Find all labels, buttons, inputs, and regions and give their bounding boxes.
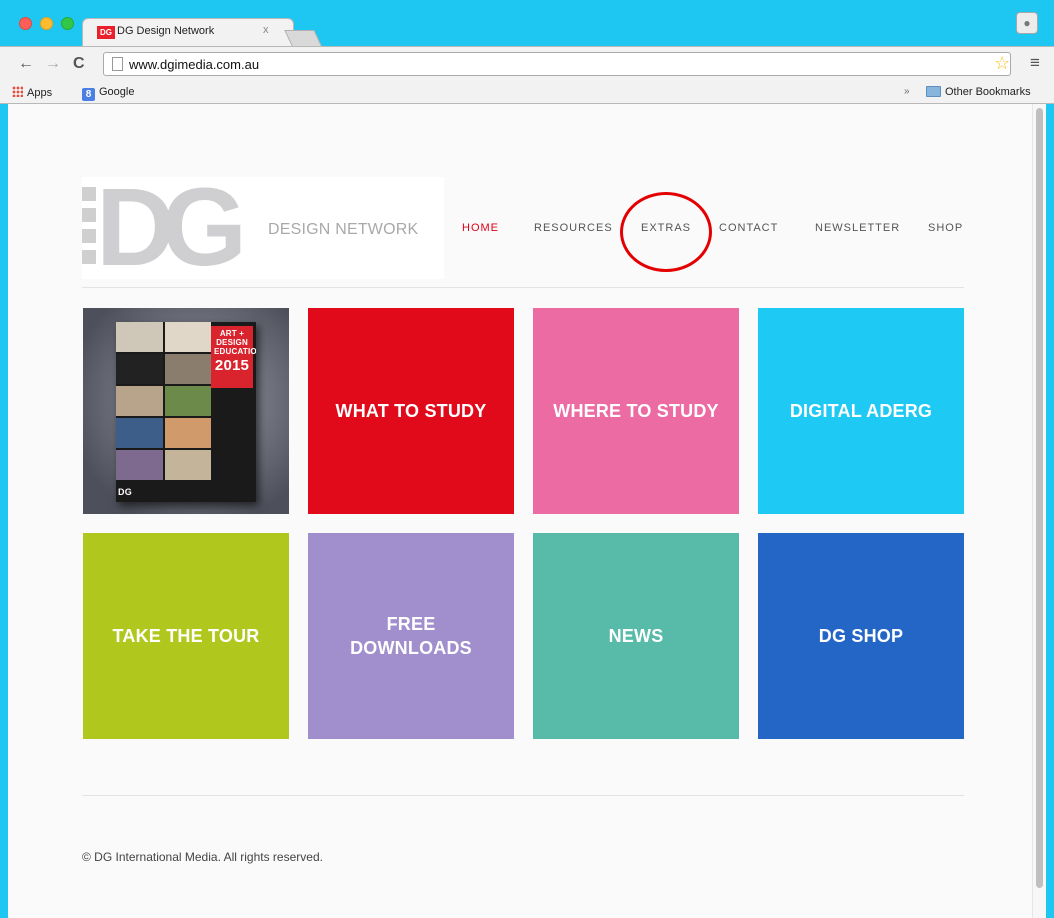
tile-free-downloads[interactable]: FREE DOWNLOADS bbox=[308, 533, 514, 739]
tile-magazine-cover[interactable]: ART + DESIGN EDUCATION 2015 DG bbox=[83, 308, 289, 514]
tile-digital-aderg[interactable]: DIGITAL ADERG bbox=[758, 308, 964, 514]
tile-what-to-study[interactable]: WHAT TO STUDY bbox=[308, 308, 514, 514]
menu-icon[interactable]: ≡ bbox=[1030, 53, 1040, 73]
nav-contact[interactable]: CONTACT bbox=[719, 222, 778, 234]
zoom-window-button[interactable] bbox=[61, 17, 74, 30]
nav-shop[interactable]: SHOP bbox=[928, 222, 963, 234]
footer-divider bbox=[82, 795, 964, 796]
tile-label: TAKE THE TOUR bbox=[112, 626, 260, 646]
google-icon: 8 bbox=[82, 88, 95, 101]
address-bar[interactable]: www.dgimedia.com.au bbox=[103, 52, 1011, 76]
bookmarks-bar: Apps 8 Google » Other Bookmarks bbox=[0, 82, 1054, 104]
browser-tab[interactable]: DG DG Design Network x bbox=[82, 18, 294, 46]
tile-take-the-tour[interactable]: TAKE THE TOUR bbox=[83, 533, 289, 739]
reload-icon[interactable]: C bbox=[73, 55, 85, 73]
tile-label-line1: FREE bbox=[386, 614, 436, 634]
page-icon bbox=[112, 57, 123, 71]
close-tab-icon[interactable]: x bbox=[263, 24, 269, 36]
profile-icon[interactable]: ● bbox=[1016, 12, 1038, 34]
nav-newsletter[interactable]: NEWSLETTER bbox=[815, 222, 900, 234]
site-logo[interactable]: DG DESIGN NETWORK bbox=[82, 166, 444, 289]
tile-where-to-study[interactable]: WHERE TO STUDY bbox=[533, 308, 739, 514]
magazine-cover-image: ART + DESIGN EDUCATION 2015 DG bbox=[116, 322, 256, 502]
bookmark-star-icon[interactable]: ☆ bbox=[994, 53, 1010, 74]
bookmark-google[interactable]: 8 Google bbox=[82, 86, 134, 101]
nav-home[interactable]: HOME bbox=[462, 222, 499, 234]
tile-label: WHERE TO STUDY bbox=[553, 401, 719, 421]
folder-icon bbox=[926, 86, 941, 97]
tile-label: DIGITAL ADERG bbox=[789, 401, 933, 421]
tile-dg-shop[interactable]: DG SHOP bbox=[758, 533, 964, 739]
tile-label: WHAT TO STUDY bbox=[335, 401, 487, 421]
magazine-heading: ART + DESIGN EDUCATION bbox=[214, 329, 256, 356]
vertical-scrollbar[interactable] bbox=[1032, 104, 1046, 918]
tab-strip: DG DG Design Network x ● bbox=[0, 0, 1054, 46]
forward-arrow-icon[interactable]: → bbox=[45, 55, 61, 73]
bookmarks-overflow-icon[interactable]: » bbox=[904, 86, 910, 97]
magazine-title-block: ART + DESIGN EDUCATION 2015 bbox=[211, 326, 256, 388]
minimize-window-button[interactable] bbox=[40, 17, 53, 30]
magazine-year: 2015 bbox=[214, 357, 250, 374]
page-content: DG DESIGN NETWORK HOME RESOURCES EXTRAS … bbox=[8, 104, 1046, 918]
annotation-circle bbox=[620, 192, 712, 272]
magazine-brand: DG bbox=[118, 487, 132, 497]
logo-letters: DG bbox=[96, 166, 247, 289]
new-tab-button[interactable] bbox=[284, 30, 322, 46]
dg-favicon-icon: DG bbox=[97, 26, 115, 39]
tile-label-line2: DOWNLOADS bbox=[350, 638, 472, 658]
bookmark-apps-label: Apps bbox=[27, 87, 53, 99]
tile-label: NEWS bbox=[608, 626, 664, 646]
header-divider bbox=[82, 287, 964, 288]
close-window-button[interactable] bbox=[19, 17, 32, 30]
tile-label: DG SHOP bbox=[818, 626, 904, 646]
tab-title: DG Design Network bbox=[117, 25, 215, 37]
other-bookmarks[interactable]: Other Bookmarks bbox=[926, 86, 1031, 98]
logo-text: DESIGN NETWORK bbox=[268, 221, 419, 238]
browser-toolbar: ← → C www.dgimedia.com.au ☆ ≡ bbox=[0, 46, 1054, 82]
url-text[interactable]: www.dgimedia.com.au bbox=[129, 57, 259, 72]
tile-news[interactable]: NEWS bbox=[533, 533, 739, 739]
footer-copyright: © DG International Media. All rights res… bbox=[82, 850, 323, 864]
bookmark-google-label: Google bbox=[99, 86, 135, 98]
back-arrow-icon[interactable]: ← bbox=[18, 55, 34, 73]
logo-stripes bbox=[82, 187, 96, 267]
bookmark-apps[interactable]: Apps bbox=[12, 86, 52, 99]
scrollbar-thumb[interactable] bbox=[1036, 108, 1043, 888]
other-bookmarks-label: Other Bookmarks bbox=[945, 86, 1031, 98]
apps-grid-icon bbox=[12, 86, 23, 97]
magazine-photo-grid bbox=[116, 322, 211, 502]
nav-resources[interactable]: RESOURCES bbox=[534, 222, 613, 234]
